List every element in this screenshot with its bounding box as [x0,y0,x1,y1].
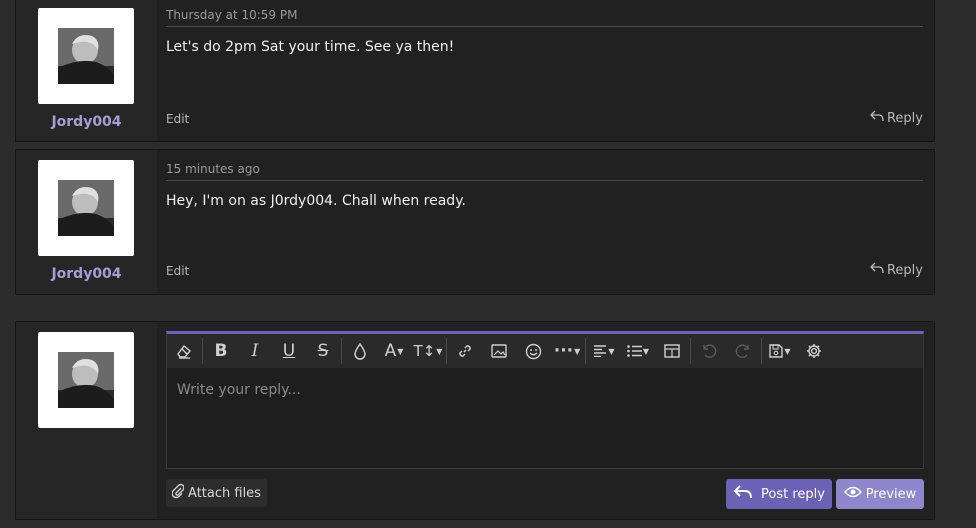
reply-placeholder: Write your reply... [177,382,301,398]
image-icon[interactable] [482,334,516,368]
link-icon[interactable] [448,334,482,368]
message-user-panel: Jordy004 [16,0,157,141]
message-text: Hey, I'm on as J0rdy004. Chall when read… [166,193,466,209]
post-reply-button[interactable]: Post reply [726,479,832,509]
strikethrough-icon[interactable]: S [306,334,340,368]
reply-user-panel [16,322,157,519]
divider [166,26,923,27]
reply-label: Reply [886,110,923,126]
divider [166,180,923,181]
attach-files-button[interactable]: Attach files [166,479,267,507]
message-main: 15 minutes ago Hey, I'm on as J0rdy004. … [166,150,923,294]
edit-link[interactable]: Edit [166,264,189,278]
reply-icon [870,110,884,126]
more-icon[interactable]: ··· ▼ [550,334,584,368]
editor-toolbar: B I U S A ▼ T↕ ▼ ··· ▼ ▼ ▼ ▼ [167,334,923,368]
edit-link[interactable]: Edit [166,112,189,126]
text-color-icon[interactable] [343,334,377,368]
reply-icon [733,484,753,504]
avatar-image [58,180,114,236]
message-post: Jordy004 Thursday at 10:59 PM Let's do 2… [15,0,935,142]
font-family-icon[interactable]: A ▼ [377,334,411,368]
reply-button[interactable]: Reply [870,110,923,126]
emoji-icon[interactable] [516,334,550,368]
eraser-icon[interactable] [167,334,201,368]
toolbar-divider [585,338,586,364]
toolbar-divider [341,338,342,364]
settings-icon[interactable] [797,334,831,368]
reply-editor[interactable]: B I U S A ▼ T↕ ▼ ··· ▼ ▼ ▼ ▼ Write your … [166,331,924,469]
attach-label: Attach files [188,485,261,501]
bold-icon[interactable]: B [204,334,238,368]
avatar-image [58,352,114,408]
align-icon[interactable]: ▼ [587,334,621,368]
message-post: Jordy004 15 minutes ago Hey, I'm on as J… [15,149,935,295]
drafts-icon[interactable]: ▼ [763,334,797,368]
post-reply-label: Post reply [761,486,825,502]
message-main: Thursday at 10:59 PM Let's do 2pm Sat yo… [166,0,923,141]
username[interactable]: Jordy004 [16,266,157,282]
toolbar-divider [202,338,203,364]
eye-icon [843,486,862,502]
font-size-icon[interactable]: T↕ ▼ [411,334,445,368]
preview-button[interactable]: Preview [836,479,924,509]
italic-icon[interactable]: I [238,334,272,368]
toolbar-divider [761,338,762,364]
table-icon[interactable] [655,334,689,368]
avatar[interactable] [38,8,134,104]
toolbar-divider [690,338,691,364]
post-date[interactable]: 15 minutes ago [166,162,260,176]
preview-label: Preview [865,486,917,502]
redo-icon[interactable] [726,334,760,368]
reply-icon [870,262,884,278]
reply-label: Reply [886,262,923,278]
list-icon[interactable]: ▼ [621,334,655,368]
reply-button[interactable]: Reply [870,262,923,278]
avatar[interactable] [38,160,134,256]
message-text: Let's do 2pm Sat your time. See ya then! [166,39,455,55]
avatar-image [58,28,114,84]
avatar[interactable] [38,332,134,428]
message-user-panel: Jordy004 [16,150,157,294]
undo-icon[interactable] [692,334,726,368]
underline-icon[interactable]: U [272,334,306,368]
toolbar-divider [446,338,447,364]
paperclip-icon [171,483,185,503]
username[interactable]: Jordy004 [16,114,157,130]
post-date[interactable]: Thursday at 10:59 PM [166,8,297,22]
